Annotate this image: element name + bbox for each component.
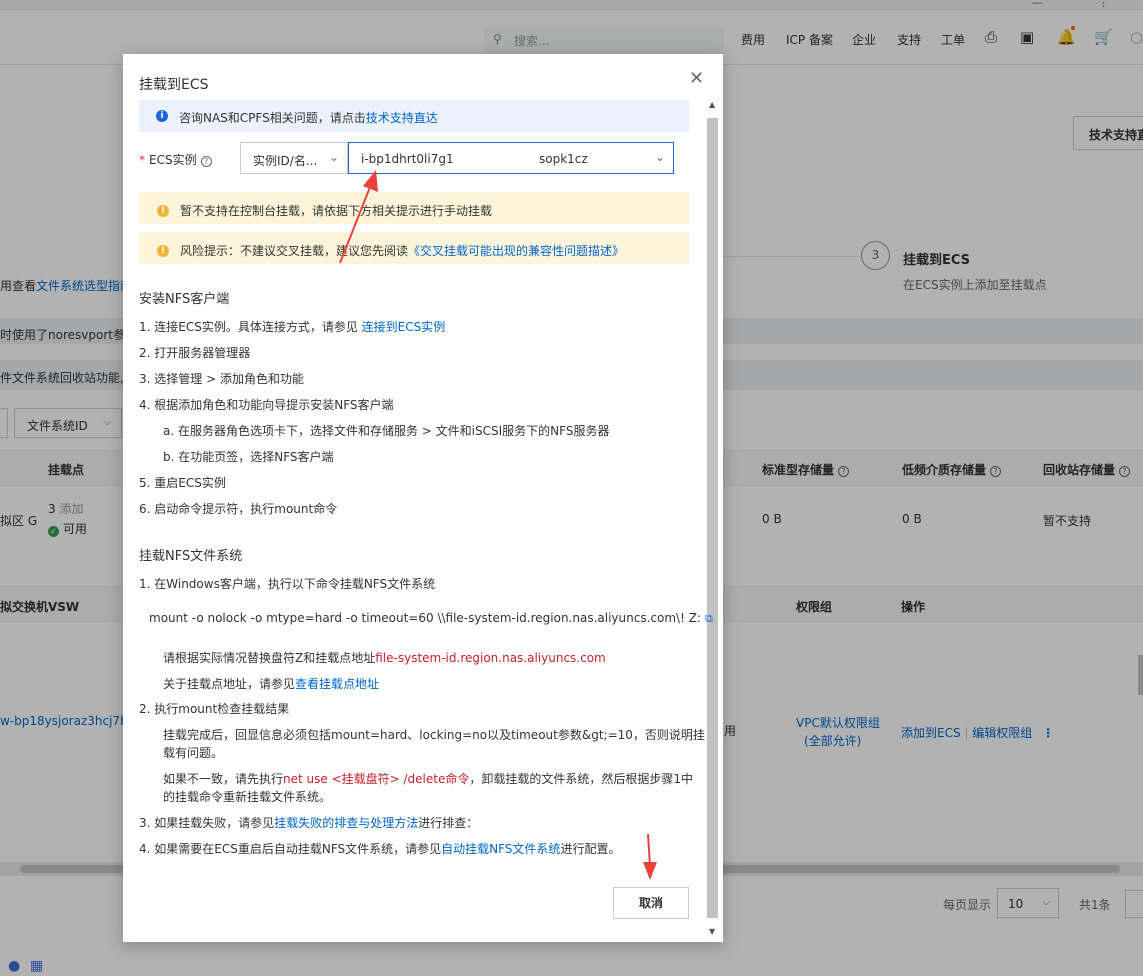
check-result-line-2: 载有问题。 bbox=[163, 746, 224, 760]
warning-icon: ! bbox=[157, 205, 169, 217]
dialog-scrollbar[interactable]: ▲ ▼ bbox=[706, 100, 720, 936]
help-icon: ? bbox=[200, 156, 212, 167]
ecs-instance-select[interactable]: i-bp1dhrt0li7g1 sopk1cz ⌄ bbox=[348, 142, 674, 174]
tech-support-link[interactable]: 技术支持直达 bbox=[366, 111, 438, 125]
chevron-down-icon: ⌄ bbox=[654, 150, 665, 164]
cancel-button[interactable]: 取消 bbox=[613, 887, 689, 919]
copy-icon[interactable]: ⧉ bbox=[705, 612, 713, 625]
dialog-scroll-thumb[interactable] bbox=[707, 118, 718, 918]
warning-banner-risk: ! 风险提示：不建议交叉挂载，建议您先阅读《交叉挂载可能出现的兼容性问题描述》 bbox=[139, 232, 689, 264]
install-step-2: 2. 打开服务器管理器 bbox=[139, 346, 251, 360]
install-step-1: 1. 连接ECS实例。具体连接方式，请参见 连接到ECS实例 bbox=[139, 320, 446, 334]
install-step-3: 3. 选择管理 > 添加角色和功能 bbox=[139, 372, 304, 386]
instance-type-select[interactable]: 实例ID/名... ⌄ bbox=[240, 142, 348, 174]
connect-ecs-link[interactable]: 连接到ECS实例 bbox=[362, 320, 446, 334]
install-step-4b: b. 在功能页签，选择NFS客户端 bbox=[163, 450, 334, 464]
scroll-down-icon[interactable]: ▼ bbox=[709, 927, 715, 936]
about-mount-point: 关于挂载点地址，请参见查看挂载点地址 bbox=[163, 677, 380, 691]
auto-mount-link[interactable]: 自动挂载NFS文件系统 bbox=[441, 842, 560, 856]
info-icon: i bbox=[156, 110, 168, 122]
mismatch-line-1: 如果不一致，请先执行net use <挂载盘符> /delete命令，卸载挂载的… bbox=[163, 772, 693, 786]
replace-hint: 请根据实际情况替换盘符Z和挂载点地址file-system-id.region.… bbox=[163, 651, 606, 665]
ecs-instance-label: * ECS实例? bbox=[139, 151, 212, 168]
compatibility-link[interactable]: 《交叉挂载可能出现的兼容性问题描述》 bbox=[408, 244, 624, 258]
dialog-title: 挂载到ECS bbox=[139, 77, 209, 93]
warning-banner-console: ! 暂不支持在控制台挂载，请依据下方相关提示进行手动挂载 bbox=[139, 192, 689, 224]
chevron-down-icon: ⌄ bbox=[328, 150, 339, 164]
install-step-4a: a. 在服务器角色选项卡下，选择文件和存储服务 > 文件和iSCSI服务下的NF… bbox=[163, 424, 610, 438]
warning-icon: ! bbox=[157, 245, 169, 257]
mount-step-4: 4. 如果需要在ECS重启后自动挂载NFS文件系统，请参见自动挂载NFS文件系统… bbox=[139, 842, 621, 856]
install-step-4: 4. 根据添加角色和功能向导提示安装NFS客户端 bbox=[139, 398, 394, 412]
view-mount-point-link[interactable]: 查看挂载点地址 bbox=[295, 677, 379, 691]
mount-step-2: 2. 执行mount检查挂载结果 bbox=[139, 702, 290, 716]
mount-to-ecs-dialog: 挂载到ECS ✕ ▲ ▼ i 咨询NAS和CPFS相关问题，请点击技术支持直达 … bbox=[123, 54, 723, 942]
mount-step-3: 3. 如果挂载失败，请参见挂载失败的排查与处理方法进行排查： bbox=[139, 816, 479, 830]
mount-step-1: 1. 在Windows客户端，执行以下命令挂载NFS文件系统 bbox=[139, 577, 436, 591]
scroll-up-icon[interactable]: ▲ bbox=[709, 100, 715, 109]
install-step-6: 6. 启动命令提示符，执行mount命令 bbox=[139, 502, 338, 516]
info-banner: i 咨询NAS和CPFS相关问题，请点击技术支持直达 bbox=[139, 100, 689, 132]
troubleshoot-link[interactable]: 挂载失败的排查与处理方法 bbox=[274, 816, 418, 830]
check-result-line-1: 挂载完成后，回显信息必须包括mount=hard、locking=no以及tim… bbox=[163, 728, 705, 742]
mount-section-title: 挂载NFS文件系统 bbox=[139, 549, 243, 564]
install-section-title: 安装NFS客户端 bbox=[139, 292, 230, 307]
mount-command: mount -o nolock -o mtype=hard -o timeout… bbox=[149, 611, 713, 625]
close-icon[interactable]: ✕ bbox=[689, 68, 704, 89]
mismatch-line-2: 的挂载命令重新挂载文件系统。 bbox=[163, 790, 332, 804]
install-step-5: 5. 重启ECS实例 bbox=[139, 476, 226, 490]
